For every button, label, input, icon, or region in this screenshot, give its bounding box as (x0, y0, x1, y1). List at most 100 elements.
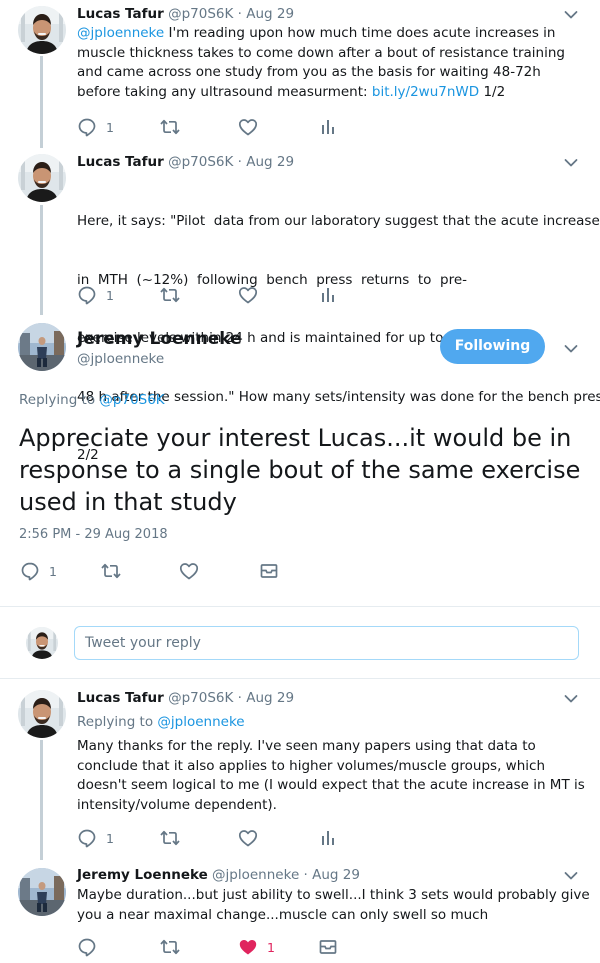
following-button[interactable]: Following (440, 329, 545, 364)
tweet-actions: 1 (20, 561, 320, 581)
reply-button[interactable]: 1 (77, 285, 114, 305)
tweet-timestamp[interactable]: 2:56 PM - 29 Aug 2018 (19, 527, 168, 542)
replying-to-link[interactable]: @p70S6K (99, 392, 164, 408)
tweet-header: Lucas Tafur @p70S6K · Aug 29 (77, 689, 294, 707)
reply-icon (77, 285, 97, 305)
author-name[interactable]: Jeremy Loenneke (77, 329, 242, 349)
reply-button[interactable]: 1 (77, 117, 114, 137)
analytics-button[interactable] (318, 285, 338, 305)
message-icon (259, 561, 279, 581)
avatar (26, 627, 58, 659)
author-handle[interactable]: @jploenneke (77, 351, 164, 367)
chevron-down-icon[interactable] (564, 344, 578, 354)
tweet-header: Jeremy Loenneke @jploenneke · Aug 29 (77, 866, 360, 884)
tweet-link[interactable]: bit.ly/2wu7nWD (372, 84, 479, 100)
main-tweet-text: Appreciate your interest Lucas...it woul… (19, 424, 581, 516)
like-button[interactable]: 1 (238, 937, 275, 957)
reply-button[interactable]: 1 (20, 561, 57, 581)
tweet-date[interactable]: Aug 29 (312, 867, 360, 883)
tweet-actions: 1 (77, 828, 377, 848)
retweet-button[interactable] (159, 828, 181, 848)
replying-to: Replying to @p70S6K (19, 392, 165, 408)
author-name[interactable]: Jeremy Loenneke (77, 867, 208, 883)
divider (0, 678, 600, 679)
like-icon (179, 561, 199, 581)
tweet-actions: 1 (77, 117, 377, 137)
author-handle[interactable]: @jploenneke (212, 867, 299, 883)
like-icon (238, 828, 258, 848)
avatar[interactable] (18, 154, 66, 202)
chevron-down-icon[interactable] (564, 871, 578, 881)
analytics-icon (318, 285, 338, 305)
tweet-actions: 1 (77, 285, 377, 305)
chevron-down-icon[interactable] (564, 158, 578, 168)
retweet-icon (159, 828, 181, 848)
author-handle[interactable]: @p70S6K (168, 690, 233, 706)
replying-to-link[interactable]: @jploenneke (157, 714, 244, 730)
reply-icon (77, 828, 97, 848)
avatar[interactable] (18, 6, 66, 54)
tweet-header: Lucas Tafur @p70S6K · Aug 29 (77, 5, 294, 23)
replying-to: Replying to @jploenneke (77, 713, 245, 731)
like-count: 1 (267, 939, 275, 955)
like-icon (238, 285, 258, 305)
separator-dot: · (237, 6, 242, 22)
author-handle[interactable]: @p70S6K (168, 6, 233, 22)
reply-count: 1 (106, 287, 114, 303)
tweet-date[interactable]: Aug 29 (246, 690, 294, 706)
like-button[interactable] (179, 561, 199, 581)
tweet-text: @jploenneke I'm reading upon how much ti… (77, 24, 587, 102)
thread-line (40, 740, 43, 860)
replying-prefix: Replying to (77, 714, 158, 730)
reply-button[interactable] (77, 937, 97, 957)
thread-line (40, 56, 43, 148)
tweet-text: Many thanks for the reply. I've seen man… (77, 738, 585, 813)
avatar[interactable] (18, 868, 66, 916)
analytics-icon (318, 117, 338, 137)
tweet-text-end: 1/2 (479, 83, 506, 100)
tweet-text-line: Here, it says: "Pilot data from our labo… (77, 213, 600, 229)
analytics-button[interactable] (318, 828, 338, 848)
retweet-icon (159, 117, 181, 137)
avatar[interactable] (18, 690, 66, 738)
like-button[interactable] (238, 828, 258, 848)
divider (0, 606, 600, 607)
retweet-button[interactable] (159, 937, 181, 957)
separator-dot: · (237, 690, 242, 706)
avatar[interactable] (18, 323, 66, 371)
retweet-button[interactable] (159, 117, 181, 137)
author-name[interactable]: Lucas Tafur (77, 6, 164, 22)
chevron-down-icon[interactable] (564, 10, 578, 20)
separator-dot: · (303, 867, 308, 883)
author-name[interactable]: Lucas Tafur (77, 690, 164, 706)
tweet-text: Maybe duration...but just ability to swe… (77, 887, 590, 923)
separator-dot: · (237, 154, 242, 170)
tweet-header: Lucas Tafur @p70S6K · Aug 29 (77, 153, 294, 171)
author-name[interactable]: Lucas Tafur (77, 154, 164, 170)
chevron-down-icon[interactable] (564, 694, 578, 704)
mention-link[interactable]: @jploenneke (77, 25, 164, 41)
retweet-icon (159, 937, 181, 957)
tweet-actions: 1 (77, 937, 377, 957)
reply-count: 1 (49, 563, 57, 579)
retweet-icon (100, 561, 122, 581)
retweet-button[interactable] (159, 285, 181, 305)
reply-icon (77, 117, 97, 137)
like-icon (238, 117, 258, 137)
author-handle[interactable]: @p70S6K (168, 154, 233, 170)
analytics-button[interactable] (318, 117, 338, 137)
like-button[interactable] (238, 285, 258, 305)
like-button[interactable] (238, 117, 258, 137)
retweet-icon (159, 285, 181, 305)
reply-button[interactable]: 1 (77, 828, 114, 848)
analytics-icon (318, 828, 338, 848)
retweet-button[interactable] (100, 561, 122, 581)
direct-message-button[interactable] (259, 561, 279, 581)
message-icon (318, 937, 338, 957)
tweet-date[interactable]: Aug 29 (246, 154, 294, 170)
reply-count: 1 (106, 830, 114, 846)
reply-input[interactable]: Tweet your reply (74, 626, 579, 660)
tweet-date[interactable]: Aug 29 (246, 6, 294, 22)
replying-prefix: Replying to (19, 392, 100, 408)
direct-message-button[interactable] (318, 937, 338, 957)
